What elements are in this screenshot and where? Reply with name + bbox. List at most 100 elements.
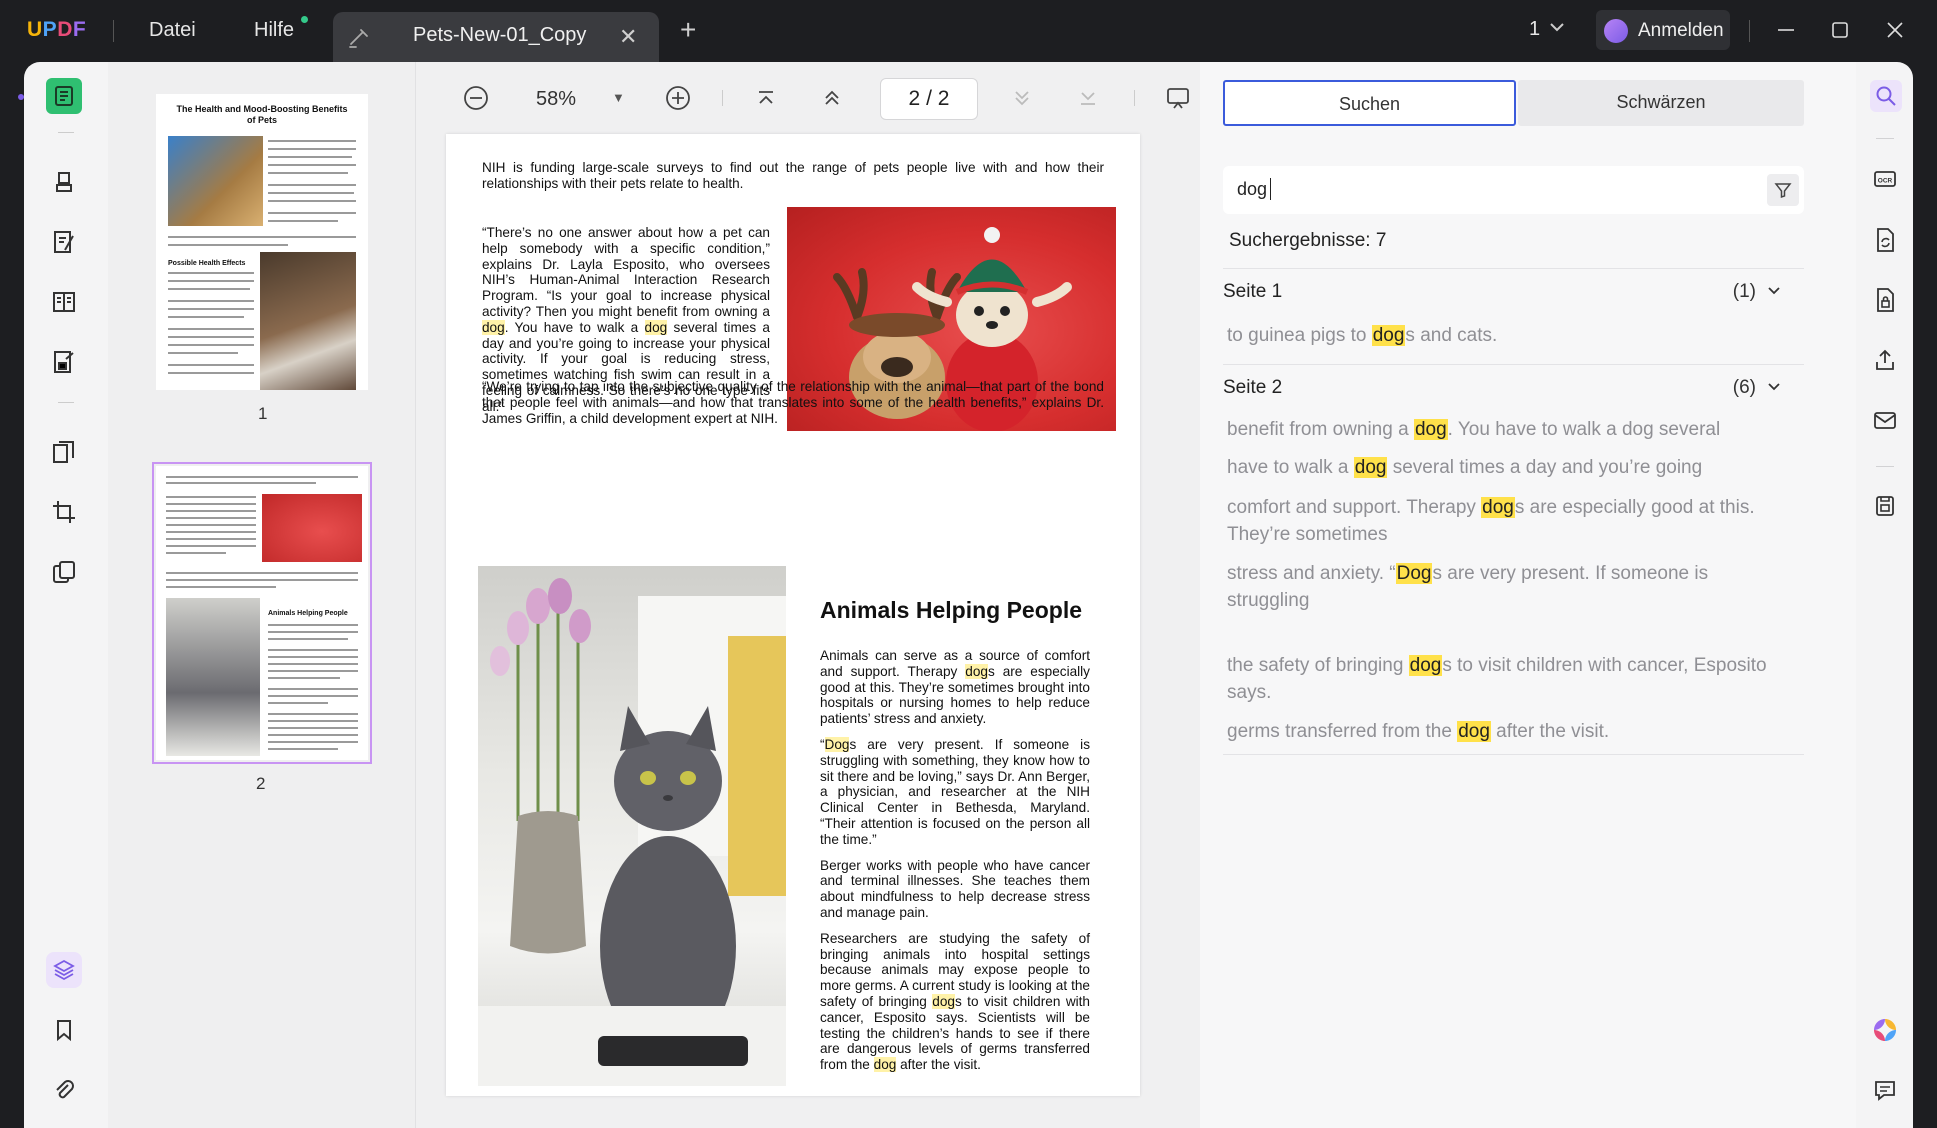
ocr-icon[interactable]: OCR — [1870, 164, 1900, 194]
view-toolbar: 58% ▼ 2 / 2 — [416, 62, 1200, 134]
match-highlight: Dog — [824, 736, 850, 752]
divider — [1876, 138, 1894, 139]
protect-pdf-icon[interactable] — [1870, 285, 1900, 315]
convert-pdf-icon[interactable] — [1870, 225, 1900, 255]
edit-pdf-icon[interactable] — [46, 224, 82, 260]
reader-mode-icon[interactable] — [46, 78, 82, 114]
text-caret — [1270, 178, 1271, 200]
search-result[interactable]: have to walk a dog several times a day a… — [1227, 454, 1787, 481]
search-input[interactable]: dog — [1223, 166, 1804, 214]
organize-pages-icon[interactable] — [46, 434, 82, 470]
next-page-icon[interactable] — [1008, 84, 1036, 112]
tab-suchen[interactable]: Suchen — [1223, 80, 1516, 126]
previous-page-icon[interactable] — [818, 84, 846, 112]
pdf-page: NIH is funding large-scale surveys to fi… — [446, 134, 1140, 1096]
results-count: Suchergebnisse: 7 — [1229, 230, 1387, 251]
convert-icon[interactable] — [46, 554, 82, 590]
minimize-icon[interactable] — [1776, 20, 1796, 40]
menu-hilfe[interactable]: Hilfe — [254, 19, 294, 42]
close-tab-icon[interactable]: ✕ — [619, 24, 637, 50]
signin-button[interactable]: Anmelden — [1596, 10, 1730, 50]
match-highlight: dog — [644, 319, 668, 335]
bookmark-icon[interactable] — [46, 1012, 82, 1048]
svg-text:OCR: OCR — [1878, 178, 1893, 185]
ai-assistant-icon[interactable] — [1870, 1015, 1900, 1045]
avatar — [1604, 19, 1628, 43]
total-pages: 2 — [937, 87, 950, 110]
edit-mode-icon — [349, 29, 368, 48]
new-tab-button[interactable]: + — [680, 16, 696, 44]
zoom-in-icon[interactable] — [664, 84, 692, 112]
signin-label: Anmelden — [1638, 20, 1724, 41]
left-tool-rail — [24, 62, 108, 1128]
match-highlight: dog — [482, 319, 505, 335]
thumbnail-panel: The Health and Mood-Boosting Benefits of… — [108, 62, 416, 1128]
group-title: Seite 2 — [1223, 377, 1283, 398]
search-result[interactable]: the safety of bringing dogs to visit chi… — [1227, 652, 1772, 706]
thumb-title: The Health and Mood-Boosting Benefits of… — [176, 104, 348, 125]
thumbnail-page-2[interactable]: Animals Helping People — [152, 462, 372, 764]
section-heading: Animals Helping People — [820, 597, 1082, 623]
zoom-level[interactable]: 58% — [536, 88, 576, 111]
thumb-heading: Possible Health Effects — [168, 260, 246, 267]
right-tool-rail: OCR — [1856, 62, 1913, 1128]
updf-logo: UPDF — [27, 18, 87, 41]
match-highlight: dog — [932, 993, 955, 1009]
search-query[interactable]: dog — [1237, 179, 1267, 200]
thumbnail-page-1[interactable]: The Health and Mood-Boosting Benefits of… — [156, 94, 368, 390]
form-edit-icon[interactable] — [46, 344, 82, 380]
thumbnail-label-1: 1 — [258, 404, 268, 423]
divider — [58, 402, 74, 403]
close-window-icon[interactable] — [1886, 21, 1904, 39]
result-group-page-2[interactable]: Seite 2 (6) — [1223, 364, 1804, 408]
comment-marker-icon[interactable] — [46, 164, 82, 200]
search-result[interactable]: germs transferred from the dog after the… — [1227, 718, 1787, 745]
cat-with-tulips-photo — [478, 566, 786, 1086]
thumb-heading: Animals Helping People — [268, 610, 348, 617]
notification-dot — [301, 16, 308, 23]
tab-title: Pets-New-01_Copy — [413, 24, 587, 46]
chevron-down-icon[interactable] — [1766, 283, 1782, 299]
chevron-down-icon[interactable] — [1548, 18, 1566, 36]
title-bar: UPDF Datei Hilfe Pets-New-01_Copy ✕ + 1 … — [0, 0, 1937, 62]
search-result[interactable]: benefit from owning a dog. You have to w… — [1227, 416, 1787, 443]
menu-datei[interactable]: Datei — [149, 19, 196, 42]
thumbnail-label-2: 2 — [256, 774, 266, 793]
match-highlight: dog — [873, 1057, 897, 1073]
match-highlight: dog — [965, 663, 988, 679]
tab-schwaerzen[interactable]: Schwärzen — [1518, 80, 1804, 126]
thumb-cat-image — [168, 136, 263, 226]
filter-icon[interactable] — [1767, 174, 1799, 206]
page-selector[interactable]: 1 — [1529, 18, 1540, 41]
group-count: (1) — [1732, 281, 1756, 302]
last-page-icon[interactable] — [1074, 84, 1102, 112]
presentation-icon[interactable] — [1164, 84, 1192, 112]
divider — [1876, 466, 1894, 467]
zoom-out-icon[interactable] — [462, 84, 490, 112]
first-page-icon[interactable] — [752, 84, 780, 112]
email-icon[interactable] — [1870, 405, 1900, 435]
attachment-icon[interactable] — [46, 1072, 82, 1108]
crop-icon[interactable] — [46, 494, 82, 530]
save-icon[interactable] — [1870, 491, 1900, 521]
search-icon[interactable] — [1870, 80, 1902, 112]
paragraph-intro: NIH is funding large-scale surveys to fi… — [482, 160, 1104, 191]
layers-icon[interactable] — [46, 952, 82, 988]
thumb-dogs-image — [262, 494, 362, 562]
share-icon[interactable] — [1870, 345, 1900, 375]
divider — [58, 132, 74, 133]
group-title: Seite 1 — [1223, 281, 1283, 302]
search-result[interactable]: comfort and support. Therapy dogs are es… — [1227, 494, 1772, 548]
page-input[interactable]: 2 / 2 — [880, 78, 978, 120]
chevron-down-icon[interactable] — [1766, 379, 1782, 395]
result-group-page-1[interactable]: Seite 1 (1) — [1223, 268, 1804, 312]
zoom-dropdown-icon[interactable]: ▼ — [612, 90, 625, 105]
comment-icon[interactable] — [1870, 1075, 1900, 1105]
search-result[interactable]: to guinea pigs to dogs and cats. — [1227, 322, 1787, 349]
maximize-icon[interactable] — [1831, 21, 1849, 39]
thumb-cat-image — [166, 598, 260, 756]
group-count: (6) — [1732, 377, 1756, 398]
document-tab[interactable]: Pets-New-01_Copy ✕ — [333, 12, 659, 62]
page-layout-icon[interactable] — [46, 284, 82, 320]
search-result[interactable]: stress and anxiety. “Dogs are very prese… — [1227, 560, 1727, 614]
